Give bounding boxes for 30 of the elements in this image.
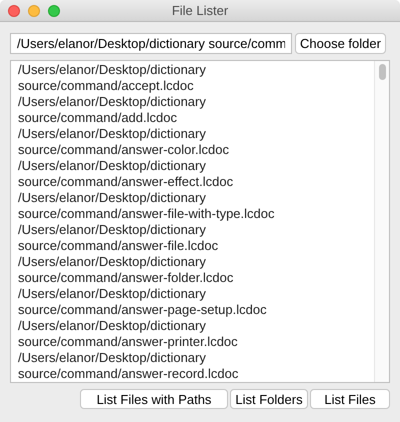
file-path-line: /Users/elanor/Desktop/dictionary	[18, 158, 207, 174]
file-path-line: /Users/elanor/Desktop/dictionary	[18, 62, 207, 78]
file-path-line: /Users/elanor/Desktop/dictionary	[18, 94, 207, 110]
file-path-line: source/command/answer-record.lcdoc	[18, 366, 240, 382]
list-folders-button[interactable]: List Folders	[230, 389, 308, 409]
file-path-line: source/command/answer-file-with-type.lcdoc	[18, 206, 276, 222]
zoom-icon[interactable]	[48, 5, 60, 17]
file-path-line: /Users/elanor/Desktop/dictionary	[18, 318, 207, 334]
file-path-line: source/command/accept.lcdoc	[18, 78, 195, 94]
scrollbar[interactable]	[374, 61, 389, 382]
file-path-line: source/command/answer-color.lcdoc	[18, 142, 230, 158]
file-path-line: source/command/add.lcdoc	[18, 110, 178, 126]
choose-folder-button[interactable]: Choose folder	[295, 33, 386, 54]
file-path-line: /Users/elanor/Desktop/dictionary	[18, 254, 207, 270]
file-path-line: source/command/answer-printer.lcdoc	[18, 334, 239, 350]
file-path-line: source/command/answer-file.lcdoc	[18, 238, 220, 254]
file-path-line: /Users/elanor/Desktop/dictionary	[18, 222, 207, 238]
file-path-line: source/command/answer-effect.lcdoc	[18, 174, 234, 190]
file-path-line: source/command/answer-folder.lcdoc	[18, 270, 234, 286]
close-icon[interactable]	[8, 5, 20, 17]
list-files-button[interactable]: List Files	[310, 389, 390, 409]
list-files-with-paths-button[interactable]: List Files with Paths	[80, 389, 228, 409]
file-path-line: source/command/answer-page-setup.lcdoc	[18, 302, 268, 318]
scroll-thumb[interactable]	[378, 64, 386, 80]
window-title: File Lister	[172, 2, 228, 20]
file-path-line: /Users/elanor/Desktop/dictionary	[18, 286, 207, 302]
file-path-line: /Users/elanor/Desktop/dictionary	[18, 350, 207, 366]
file-path-line: /Users/elanor/Desktop/dictionary	[18, 126, 207, 142]
minimize-icon[interactable]	[28, 5, 40, 17]
file-path-line: /Users/elanor/Desktop/dictionary	[18, 190, 207, 206]
